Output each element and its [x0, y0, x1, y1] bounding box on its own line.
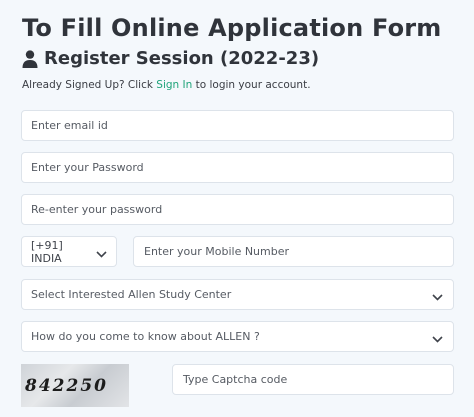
- study-center-select[interactable]: Select Interested Allen Study Center: [21, 279, 454, 310]
- signin-prompt: Already Signed Up? Click Sign In to logi…: [22, 79, 311, 91]
- page-subtitle: Register Session (2022-23): [22, 48, 319, 69]
- country-code-select[interactable]: [+91] INDIA: [21, 236, 117, 267]
- captcha-field[interactable]: Type Captcha code: [172, 364, 454, 395]
- password-placeholder: Enter your Password: [31, 161, 144, 174]
- chevron-down-icon: [432, 291, 443, 301]
- reenter-password-placeholder: Re-enter your password: [31, 203, 163, 216]
- captcha-image: 842250: [21, 364, 129, 407]
- password-field[interactable]: Enter your Password: [21, 152, 454, 183]
- page-title: To Fill Online Application Form: [22, 14, 442, 42]
- mobile-number-field[interactable]: Enter your Mobile Number: [133, 236, 454, 267]
- subtitle-text: Register Session (2022-23): [44, 48, 320, 69]
- user-icon: [22, 49, 38, 68]
- country-code-value: [+91] INDIA: [31, 238, 63, 265]
- source-select[interactable]: How do you come to know about ALLEN ?: [21, 321, 454, 352]
- source-placeholder: How do you come to know about ALLEN ?: [31, 330, 260, 343]
- chevron-down-icon: [432, 333, 443, 343]
- mobile-placeholder: Enter your Mobile Number: [144, 245, 290, 258]
- study-center-placeholder: Select Interested Allen Study Center: [31, 288, 232, 301]
- captcha-code: 842250: [25, 375, 108, 396]
- reenter-password-field[interactable]: Re-enter your password: [21, 194, 454, 225]
- signin-link[interactable]: Sign In: [156, 79, 192, 91]
- captcha-placeholder: Type Captcha code: [183, 373, 288, 386]
- signin-suffix: to login your account.: [192, 79, 311, 91]
- signin-prefix: Already Signed Up? Click: [22, 79, 157, 91]
- email-field[interactable]: Enter email id: [21, 110, 454, 141]
- chevron-down-icon: [96, 248, 107, 258]
- email-placeholder: Enter email id: [31, 119, 108, 132]
